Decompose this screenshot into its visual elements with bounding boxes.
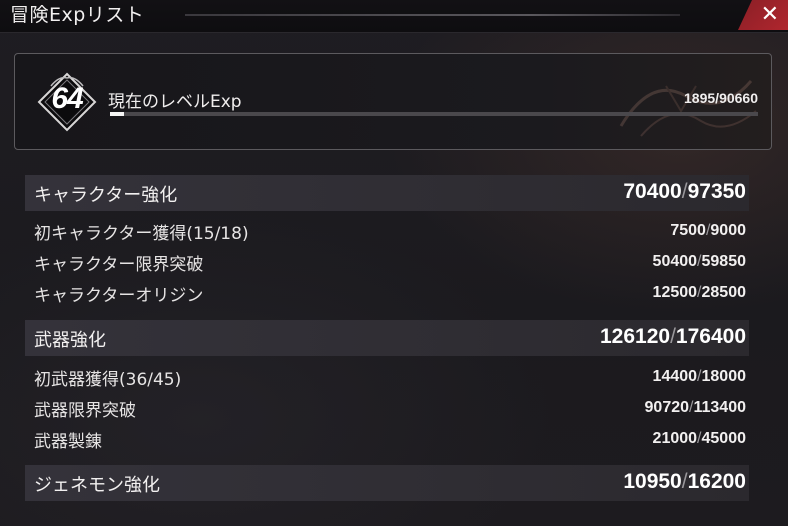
row-value: 7500/9000 <box>670 222 746 239</box>
section-genemon-header: ジェネモン強化 10950/16200 <box>25 465 749 501</box>
level-number: 64 <box>51 82 83 115</box>
section-weapon-header: 武器強化 126120/176400 <box>25 320 749 356</box>
row-label: 武器製錬 <box>34 432 102 452</box>
row-label: キャラクター限界突破 <box>34 255 204 275</box>
close-icon[interactable]: ✕ <box>761 4 779 26</box>
section-character-header: キャラクター強化 70400/97350 <box>25 175 749 211</box>
title-bar: 冒険Expリスト ✕ <box>0 0 788 33</box>
level-exp-label: 現在のレベルExp <box>108 92 242 112</box>
level-progress-fill <box>110 112 124 116</box>
row-label: 初キャラクター獲得(15/18) <box>34 224 249 244</box>
section-label: キャラクター強化 <box>34 185 178 206</box>
list-item: 初武器獲得(36/45) 14400/18000 <box>25 362 749 390</box>
row-label: 初武器獲得(36/45) <box>34 370 182 390</box>
level-exp-value: 1895/90660 <box>684 90 758 106</box>
level-panel: 64 現在のレベルExp 1895/90660 <box>14 53 772 150</box>
section-value: 10950/16200 <box>623 470 746 493</box>
list-item: キャラクターオリジン 12500/28500 <box>25 278 749 306</box>
list-item: 初キャラクター獲得(15/18) 7500/9000 <box>25 216 749 244</box>
section-value: 126120/176400 <box>600 325 746 348</box>
row-value: 14400/18000 <box>652 368 746 385</box>
row-label: キャラクターオリジン <box>34 286 204 306</box>
list-item: 武器製錬 21000/45000 <box>25 424 749 452</box>
row-value: 50400/59850 <box>652 253 746 270</box>
window-title: 冒険Expリスト <box>10 4 145 26</box>
section-label: 武器強化 <box>34 330 106 351</box>
row-value: 12500/28500 <box>652 284 746 301</box>
list-item: キャラクター限界突破 50400/59850 <box>25 247 749 275</box>
close-button[interactable]: ✕ <box>738 0 788 30</box>
section-label: ジェネモン強化 <box>34 475 160 496</box>
list-item: 武器限界突破 90720/113400 <box>25 393 749 421</box>
row-value: 21000/45000 <box>652 430 746 447</box>
section-value: 70400/97350 <box>623 180 746 203</box>
row-value: 90720/113400 <box>644 399 746 416</box>
title-divider <box>185 14 680 16</box>
level-progress-bar <box>110 112 758 116</box>
row-label: 武器限界突破 <box>34 401 136 421</box>
